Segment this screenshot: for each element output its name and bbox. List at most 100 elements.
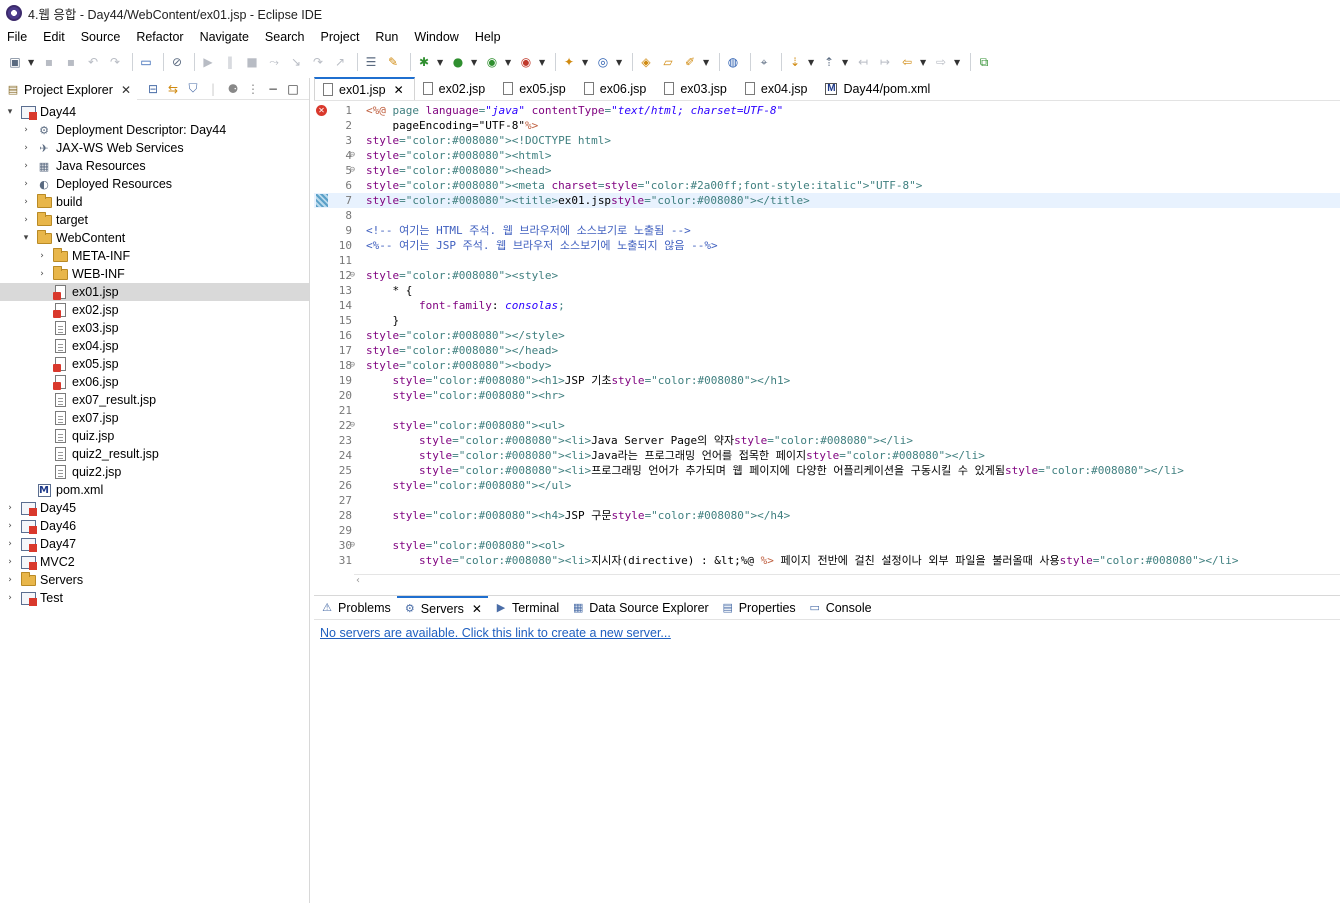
tab-terminal[interactable]: ▶ Terminal — [488, 596, 565, 620]
run-icon[interactable]: ● — [449, 53, 467, 71]
skip-breakpoints-icon[interactable]: ⊘ — [168, 53, 186, 71]
chevron-right-icon[interactable]: › — [4, 593, 16, 603]
editor-tab[interactable]: M Day44/pom.xml — [817, 77, 940, 100]
fold-icon[interactable]: ⊖ — [350, 163, 355, 178]
collapse-all-icon[interactable]: ⊟ — [143, 82, 163, 96]
save-all-icon[interactable]: ▪ — [62, 53, 80, 71]
menu-window[interactable]: Window — [406, 27, 466, 47]
more-menu-icon[interactable]: ⋮ — [243, 82, 263, 96]
code-line[interactable]: 8 — [314, 208, 1340, 223]
previous-annotation-dropdown-icon[interactable]: ▼ — [842, 58, 850, 67]
chevron-right-icon[interactable]: › — [20, 179, 32, 189]
tree-item[interactable]: › build — [0, 193, 309, 211]
chevron-right-icon[interactable]: › — [20, 125, 32, 135]
external-tools-icon[interactable]: ◉ — [517, 53, 535, 71]
code-line[interactable]: 23 style="color:#008080"><li>Java Server… — [314, 433, 1340, 448]
new-dropdown-icon[interactable]: ▼ — [28, 58, 36, 67]
chevron-down-icon[interactable]: ▾ — [20, 233, 32, 243]
close-icon[interactable]: ✕ — [394, 83, 404, 97]
chevron-right-icon[interactable]: › — [4, 503, 16, 513]
tree-item[interactable]: ▾ WebContent — [0, 229, 309, 247]
new-class-icon[interactable]: ◎ — [594, 53, 612, 71]
tab-problems[interactable]: ⚠ Problems — [314, 596, 397, 620]
editor-tab[interactable]: ex01.jsp ✕ — [314, 77, 415, 100]
code-line[interactable]: 14 font-family: consolas; — [314, 298, 1340, 313]
code-line[interactable]: 18 ⊖ style="color:#008080"><body> — [314, 358, 1340, 373]
chevron-right-icon[interactable]: › — [20, 161, 32, 171]
code-line[interactable]: 17 style="color:#008080"></head> — [314, 343, 1340, 358]
back-icon[interactable]: ⇦ — [898, 53, 916, 71]
step-over-icon[interactable]: ↷ — [309, 53, 327, 71]
tree-item[interactable]: › ◐ Deployed Resources — [0, 175, 309, 193]
tree-item[interactable]: › ✈ JAX-WS Web Services — [0, 139, 309, 157]
tree-item[interactable]: › Day45 — [0, 499, 309, 517]
menu-project[interactable]: Project — [313, 27, 368, 47]
tab-data-source-explorer[interactable]: ▦ Data Source Explorer — [565, 596, 715, 620]
chevron-right-icon[interactable]: › — [4, 521, 16, 531]
suspend-icon[interactable]: ‖ — [221, 53, 239, 71]
save-icon[interactable]: ▪ — [40, 53, 58, 71]
tree-item[interactable]: › Test — [0, 589, 309, 607]
tree-item[interactable]: ex01.jsp — [0, 283, 309, 301]
tree-item[interactable]: quiz2.jsp — [0, 463, 309, 481]
console-icon[interactable]: ▭ — [137, 53, 155, 71]
code-line[interactable]: 3 style="color:#008080"><!DOCTYPE html> — [314, 133, 1340, 148]
close-icon[interactable]: ✕ — [472, 602, 482, 616]
code-line[interactable]: 6 style="color:#008080"><meta charset=sty… — [314, 178, 1340, 193]
minimize-icon[interactable]: − — [263, 82, 283, 96]
resume-icon[interactable]: ▶ — [199, 53, 217, 71]
debug-icon[interactable]: ✱ — [415, 53, 433, 71]
editor-tab[interactable]: ex02.jsp — [415, 77, 496, 100]
last-edit-icon[interactable]: ↤ — [854, 53, 872, 71]
tree-item[interactable]: quiz.jsp — [0, 427, 309, 445]
forward-edit-icon[interactable]: ↦ — [876, 53, 894, 71]
search-dropdown-icon[interactable]: ▼ — [703, 58, 711, 67]
fold-icon[interactable]: ⊖ — [350, 538, 355, 553]
code-line[interactable]: 4 ⊖ style="color:#008080"><html> — [314, 148, 1340, 163]
code-line[interactable]: 30 ⊖ style="color:#008080"><ol> — [314, 538, 1340, 553]
open-task-icon[interactable]: ▱ — [659, 53, 677, 71]
search-icon[interactable]: ✐ — [681, 53, 699, 71]
code-line[interactable]: 19 style="color:#008080"><h1>JSP 기초style… — [314, 373, 1340, 388]
chevron-down-icon[interactable]: ▾ — [4, 107, 16, 117]
code-line[interactable]: 29 — [314, 523, 1340, 538]
scroll-left-icon[interactable]: ‹ — [356, 575, 360, 586]
close-icon[interactable]: ✕ — [121, 83, 131, 97]
build-icon[interactable]: ✎ — [384, 53, 402, 71]
new-project-dropdown-icon[interactable]: ▼ — [582, 58, 590, 67]
fold-icon[interactable]: ⊖ — [350, 268, 355, 283]
new-icon[interactable]: ▣ — [6, 53, 24, 71]
view-menu-icon[interactable]: ⚈ — [223, 82, 243, 96]
chevron-right-icon[interactable]: › — [4, 539, 16, 549]
code-line[interactable]: 25 style="color:#008080"><li>프로그래밍 언어가 추… — [314, 463, 1340, 478]
code-line[interactable]: 7 style="color:#008080"><title>ex01.jspst… — [314, 193, 1340, 208]
coverage-icon[interactable]: ◉ — [483, 53, 501, 71]
pin-editor-icon[interactable]: ⌖ — [755, 53, 773, 71]
code-line[interactable]: 28 style="color:#008080"><h4>JSP 구문style… — [314, 508, 1340, 523]
menu-run[interactable]: Run — [367, 27, 406, 47]
menu-search[interactable]: Search — [257, 27, 313, 47]
tree-item[interactable]: › Servers — [0, 571, 309, 589]
menu-file[interactable]: File — [0, 27, 35, 47]
menu-help[interactable]: Help — [467, 27, 509, 47]
code-line[interactable]: 20 style="color:#008080"><hr> — [314, 388, 1340, 403]
tab-properties[interactable]: ▤ Properties — [715, 596, 802, 620]
editor-tab[interactable]: ex06.jsp — [576, 77, 657, 100]
chevron-right-icon[interactable]: › — [4, 557, 16, 567]
editor-tab[interactable]: ex03.jsp — [656, 77, 737, 100]
code-area[interactable]: 1 ✕ <%@ page language="java" contentType="… — [314, 103, 1340, 573]
run-dropdown-icon[interactable]: ▼ — [471, 58, 479, 67]
external-tools-dropdown-icon[interactable]: ▼ — [539, 58, 547, 67]
code-line[interactable]: 26 style="color:#008080"></ul> — [314, 478, 1340, 493]
tree-item[interactable]: ex02.jsp — [0, 301, 309, 319]
code-line[interactable]: 22 ⊖ style="color:#008080"><ul> — [314, 418, 1340, 433]
tree-item[interactable]: ex04.jsp — [0, 337, 309, 355]
tree-item[interactable]: ex03.jsp — [0, 319, 309, 337]
tree-item[interactable]: › WEB-INF — [0, 265, 309, 283]
code-line[interactable]: 1 ✕ <%@ page language="java" contentType="… — [314, 103, 1340, 118]
tree-item[interactable]: › ⚙ Deployment Descriptor: Day44 — [0, 121, 309, 139]
step-return-icon[interactable]: ↗ — [331, 53, 349, 71]
menu-source[interactable]: Source — [73, 27, 129, 47]
tree-item[interactable]: › META-INF — [0, 247, 309, 265]
code-line[interactable]: 21 — [314, 403, 1340, 418]
